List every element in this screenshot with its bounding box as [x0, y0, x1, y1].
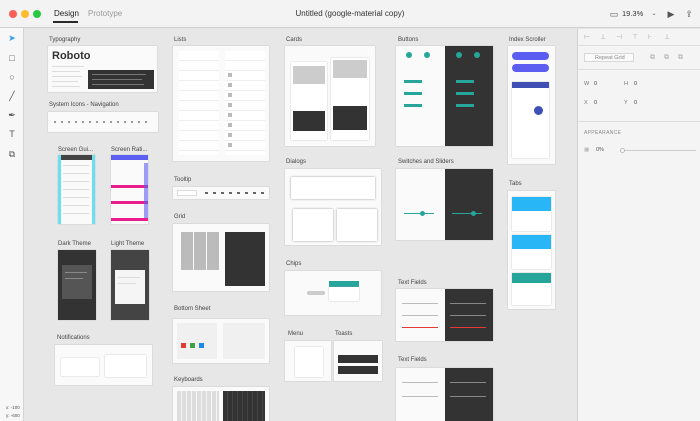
artboard-label-notifications[interactable]: Notifications: [57, 335, 90, 341]
artboard-tabs[interactable]: [508, 191, 555, 309]
height-field[interactable]: 0: [634, 81, 637, 87]
artboard-label-light-theme[interactable]: Light Theme: [111, 241, 144, 247]
artboard-chips[interactable]: [285, 271, 381, 315]
artboard-notifications[interactable]: [55, 345, 152, 385]
ellipse-tool-icon[interactable]: ○: [7, 72, 17, 82]
y-label: Y: [624, 100, 628, 106]
x-label: X: [584, 100, 588, 106]
artboard-lists[interactable]: [173, 46, 269, 161]
minimize-window-button[interactable]: [21, 10, 29, 18]
device-preview-icon[interactable]: ▭: [609, 9, 619, 19]
x-coordinate-readout: x: -100: [6, 405, 20, 410]
artboard-label-system-icons[interactable]: System Icons - Navigation: [49, 102, 119, 108]
zoom-level[interactable]: 19.3%: [622, 9, 643, 18]
artboard-label-dialogs[interactable]: Dialogs: [286, 159, 306, 165]
opacity-value[interactable]: 0%: [596, 147, 604, 153]
align-center-icon[interactable]: ⊥: [600, 33, 606, 41]
artboard-tool-icon[interactable]: ⧉: [7, 149, 17, 159]
artboard-menu[interactable]: [285, 341, 331, 381]
appearance-heading: APPEARANCE: [584, 130, 622, 136]
boolean-subtract-icon[interactable]: ⧉: [664, 54, 669, 62]
artboard-label-text-fields[interactable]: Text Fields: [398, 280, 427, 286]
title-bar: Design Prototype Untitled (google-materi…: [0, 0, 700, 28]
artboard-label-grid[interactable]: Grid: [174, 214, 185, 220]
pen-tool-icon[interactable]: ✒: [7, 110, 17, 120]
align-top-icon[interactable]: ⊤: [632, 33, 638, 41]
share-icon[interactable]: ⇪: [684, 9, 694, 19]
align-middle-icon[interactable]: ⊦: [648, 33, 652, 41]
align-left-icon[interactable]: ⊢: [584, 33, 590, 41]
artboard-label-menu[interactable]: Menu: [288, 331, 303, 337]
artboard-label-screen-ratios[interactable]: Screen Rati...: [111, 147, 147, 153]
select-tool-icon[interactable]: ➤: [7, 33, 17, 43]
artboard-tooltip[interactable]: [173, 187, 269, 199]
rectangle-tool-icon[interactable]: □: [7, 53, 17, 63]
artboard-label-bottom-sheet[interactable]: Bottom Sheet: [174, 306, 210, 312]
opacity-slider-handle[interactable]: [620, 148, 625, 153]
artboard-label-switches-sliders[interactable]: Switches and Sliders: [398, 159, 454, 165]
artboard-cards[interactable]: [285, 46, 375, 146]
opacity-slider[interactable]: [622, 150, 696, 151]
tab-design[interactable]: Design: [54, 9, 79, 18]
artboard-label-text-fields-2[interactable]: Text Fields: [398, 357, 427, 363]
artboard-bottom-sheet[interactable]: [173, 319, 269, 363]
width-field[interactable]: 0: [594, 81, 597, 87]
artboard-label-tooltip[interactable]: Tooltip: [174, 177, 191, 183]
artboard-label-lists[interactable]: Lists: [174, 37, 186, 43]
document-title: Untitled (google-material copy): [295, 9, 405, 18]
artboard-label-chips[interactable]: Chips: [286, 261, 301, 267]
repeat-grid-button[interactable]: Repeat Grid: [584, 53, 634, 62]
artboard-toasts[interactable]: [334, 341, 382, 381]
artboard-light-theme[interactable]: [111, 250, 149, 320]
tool-bar: ➤ □ ○ ╱ ✒ T ⧉ x: -100 y: -600: [0, 28, 24, 421]
artboard-label-tabs[interactable]: Tabs: [509, 181, 522, 187]
artboard-switches-sliders[interactable]: [396, 169, 493, 240]
artboard-label-keyboards[interactable]: Keyboards: [174, 377, 203, 383]
artboard-screen-guides[interactable]: [58, 155, 95, 224]
play-icon[interactable]: ▶: [666, 9, 676, 19]
typography-sample-text: Roboto: [52, 50, 91, 62]
artboard-system-icons[interactable]: [48, 112, 158, 132]
artboard-label-screen-guides[interactable]: Screen Gui...: [58, 147, 93, 153]
boolean-intersect-icon[interactable]: ⧉: [678, 54, 683, 62]
artboard-index-scroller[interactable]: [508, 46, 555, 164]
height-label: H: [624, 81, 628, 87]
width-label: W: [584, 81, 590, 87]
design-canvas[interactable]: Typography Roboto System Icons - Navigat…: [25, 29, 577, 421]
artboard-text-fields-2[interactable]: [396, 368, 493, 421]
artboard-label-dark-theme[interactable]: Dark Theme: [58, 241, 91, 247]
tab-prototype[interactable]: Prototype: [88, 9, 122, 18]
y-coordinate-readout: y: -600: [6, 413, 20, 418]
artboard-dialogs[interactable]: [285, 169, 381, 245]
align-right-icon[interactable]: ⊣: [616, 33, 622, 41]
artboard-label-index-scroller[interactable]: Index Scroller: [509, 37, 546, 43]
text-tool-icon[interactable]: T: [7, 129, 17, 139]
artboard-label-toasts[interactable]: Toasts: [335, 331, 352, 337]
artboard-screen-ratios[interactable]: [111, 155, 148, 224]
maximize-window-button[interactable]: [33, 10, 41, 18]
line-tool-icon[interactable]: ╱: [7, 91, 17, 101]
boolean-union-icon[interactable]: ⧉: [650, 54, 655, 62]
artboard-typography[interactable]: Roboto: [48, 46, 157, 92]
active-tab-indicator: [53, 21, 78, 23]
y-field[interactable]: 0: [634, 100, 637, 106]
artboard-label-typography[interactable]: Typography: [49, 37, 80, 43]
chevron-down-icon[interactable]: ⌄: [649, 9, 659, 19]
artboard-label-cards[interactable]: Cards: [286, 37, 302, 43]
artboard-buttons[interactable]: [396, 46, 493, 146]
property-inspector: ⊢ ⊥ ⊣ ⊤ ⊦ ⊥ Repeat Grid ⧉ ⧉ ⧉ W 0 H 0 X …: [577, 29, 700, 421]
artboard-grid[interactable]: [173, 224, 269, 291]
close-window-button[interactable]: [9, 10, 17, 18]
artboard-label-buttons[interactable]: Buttons: [398, 37, 418, 43]
artboard-dark-theme[interactable]: [58, 250, 96, 320]
x-field[interactable]: 0: [594, 100, 597, 106]
opacity-icon: ▦: [584, 147, 590, 153]
artboard-text-fields[interactable]: [396, 289, 493, 341]
artboard-keyboards[interactable]: [173, 387, 269, 421]
align-bottom-icon[interactable]: ⊥: [664, 33, 670, 41]
